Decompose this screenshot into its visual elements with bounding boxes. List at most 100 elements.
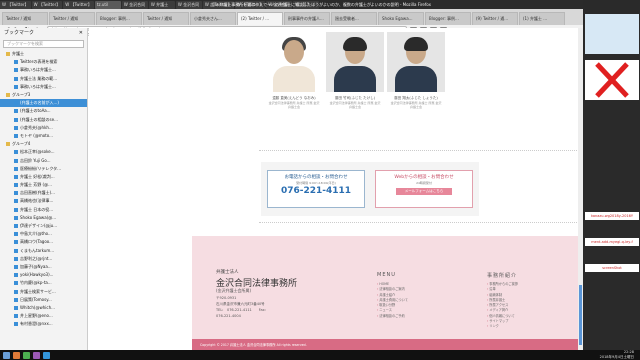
- bookmark-item[interactable]: 弁護士検索サービ...: [0, 287, 87, 295]
- mail-form-button[interactable]: メールフォームはこちら: [396, 188, 452, 195]
- web-contact-box[interactable]: Webからの相談・お問合わせ 24時間受付 メールフォームはこちら: [375, 170, 473, 208]
- browser-tab[interactable]: Blogger: 事例...: [96, 12, 142, 25]
- scrollbar-thumb[interactable]: [579, 285, 582, 345]
- browser-tab[interactable]: 小倉秀夫さん...: [190, 12, 236, 25]
- bookmark-item[interactable]: 加藤子(@Nyaa...: [0, 263, 87, 271]
- browser-tab[interactable]: (1) 弁護士 ...: [519, 12, 565, 25]
- footer-logo-small: 弁護士法人: [216, 270, 239, 275]
- bookmark-label: (弁護士の相談のse...: [20, 116, 58, 122]
- browser-tab[interactable]: 過去受験者...: [331, 12, 377, 25]
- bookmark-item[interactable]: 伊達デザイン(@ju...: [0, 222, 87, 230]
- browser-tab[interactable]: (9) Twitter / 通...: [472, 12, 518, 25]
- browser-tab[interactable]: Blogger: 事例...: [425, 12, 471, 25]
- app-icon[interactable]: [43, 351, 50, 359]
- firefox-icon[interactable]: [13, 351, 20, 359]
- twitter-icon: [14, 101, 18, 106]
- profile-card[interactable]: 藤田 竹司(ふじた たけし) 金沢合同法律事務所 弁護士 所属 金沢弁護士会: [326, 32, 384, 132]
- bookmark-item[interactable]: 中島大介(@tho...: [0, 230, 87, 238]
- desktop-file-label[interactable]: screenShot: [585, 264, 639, 272]
- browser-tab[interactable]: (2) Twitter / ...: [237, 12, 283, 25]
- bookmark-label: 吉田鈴 Yuji Go...: [20, 157, 51, 163]
- bookmark-item[interactable]: 高橋祐也(法律事...: [0, 197, 87, 205]
- bookmark-item[interactable]: 高橋ロウ(Tagoo...: [0, 238, 87, 246]
- desktop-note[interactable]: [585, 14, 639, 54]
- bookmark-item[interactable]: (弁護士のtoAa...: [0, 107, 87, 115]
- bookmark-item[interactable]: yoki(Hawkyo3)...: [0, 271, 87, 279]
- bookmark-item[interactable]: 吉田鈴 Yuji Go...: [0, 156, 87, 164]
- bookmark-item[interactable]: 事務いろは弁護士...: [0, 83, 87, 91]
- bookmark-item[interactable]: くまもんtarkum...: [0, 247, 87, 255]
- bookmark-item[interactable]: Shoko Egawa(@...: [0, 214, 87, 222]
- app-icon[interactable]: [33, 351, 40, 359]
- phone-number[interactable]: 076-221-4111: [268, 186, 364, 196]
- bookmark-item[interactable]: (弁護士の相談のse...: [0, 116, 87, 124]
- twitter-icon: [14, 256, 18, 261]
- contact-area: お電話からの相談・お問合わせ 受付時間 9:00～18:00(平日) 076-2…: [261, 162, 479, 216]
- bookmark-label: 弁護士検索サービ...: [20, 288, 56, 294]
- bookmark-item[interactable]: モトヤ (@moto...: [0, 132, 87, 140]
- taskbar-window-button[interactable]: W 金沢合同: [121, 0, 148, 9]
- bookmark-search-input[interactable]: ブックマークを検索: [3, 40, 84, 48]
- bookmark-item[interactable]: 松本正幸(@soke...: [0, 148, 87, 156]
- desktop-x-image[interactable]: [585, 60, 639, 100]
- bookmark-label: 高橋ロウ(Tagoo...: [20, 239, 53, 245]
- desktop-file-label[interactable]: kanazu-wg2018y-2016Y: [585, 212, 639, 220]
- bookmark-item[interactable]: 医療紛紛/リテレクタ...: [0, 165, 87, 173]
- browser-tab[interactable]: Shoko Egawa...: [378, 12, 424, 25]
- footer-link[interactable]: リンク: [487, 324, 518, 329]
- bookmark-item[interactable]: 吉野利之(@rjnt...: [0, 255, 87, 263]
- bookmark-item[interactable]: 弁護士 芳野 (@...: [0, 181, 87, 189]
- close-icon[interactable]: ✕: [79, 28, 83, 38]
- bookmark-folder[interactable]: グループ3: [0, 91, 87, 99]
- desktop-file-label[interactable]: ment-add-myegl-q-ley-f: [585, 238, 639, 246]
- bookmark-item[interactable]: 竹内慶(@kp-ta...: [0, 279, 87, 287]
- start-icon[interactable]: [3, 351, 10, 359]
- browser-tab[interactable]: Twitter / 通知: [143, 12, 189, 25]
- clock[interactable]: 22:28 2018年9月4日土曜日: [600, 350, 634, 360]
- taskbar-window-button[interactable]: W 【Twitter】: [0, 0, 31, 9]
- taskbar-window-button[interactable]: tz.util: [94, 0, 121, 9]
- twitter-icon: [14, 150, 18, 155]
- twitter-icon: [14, 60, 18, 65]
- page-content: 遠藤 直美(えんどう なおみ) 金沢合同法律事務所 弁護士 所属 金沢弁護士会 …: [89, 28, 583, 351]
- taskbar-window-button[interactable]: W 【Twitter】: [63, 0, 94, 9]
- taskbar-window-button[interactable]: W 弁護士: [148, 0, 175, 9]
- bookmark-label: (弁護士のtoAa...: [20, 108, 51, 114]
- browser-tab[interactable]: Twitter / 通知: [2, 12, 48, 25]
- taskbar-window-button[interactable]: W 【Twitter】: [31, 0, 63, 9]
- bookmark-folder[interactable]: グループ4: [0, 140, 87, 148]
- browser-tab[interactable]: 刑事事件の弁護人...: [284, 12, 330, 25]
- profile-desc: 金沢合同法律事務所 弁護士 所属 金沢弁護士会: [268, 101, 320, 109]
- bookmark-folder[interactable]: 弁護士: [0, 50, 87, 58]
- bookmark-item[interactable]: 弁護士 日本の役...: [0, 206, 87, 214]
- twitter-icon: [14, 183, 18, 188]
- window-title: 吉川 弁護士事務所を選ぶうえで一人の弁護士に相談したほうがよいのか、複数の弁護士…: [210, 2, 431, 7]
- bookmark-label: 事務いろは弁護士...: [20, 83, 56, 89]
- bookmark-item[interactable]: 日展策(Tomosy...: [0, 296, 87, 304]
- taskbar-window-button[interactable]: W 金沢合同: [175, 0, 202, 9]
- bookmark-label: 弁護士法 業務の範...: [20, 75, 58, 81]
- bookmark-item[interactable]: 小倉秀夫(@hkh...: [0, 124, 87, 132]
- bookmark-item[interactable]: Twitterの表現を検索: [0, 58, 87, 66]
- browser-tab[interactable]: Twitter / 通知: [49, 12, 95, 25]
- phone-contact-box[interactable]: お電話からの相談・お問合わせ 受付時間 9:00～18:00(平日) 076-2…: [267, 170, 365, 208]
- profile-desc: 金沢合同法律事務所 弁護士 所属 金沢弁護士会: [390, 101, 442, 109]
- divider: [259, 150, 581, 152]
- bookmark-item[interactable]: (弁護士の名前が入...): [0, 99, 87, 108]
- profile-card[interactable]: 遠藤 直美(えんどう なおみ) 金沢合同法律事務所 弁護士 所属 金沢弁護士会: [265, 32, 323, 132]
- footer-link[interactable]: 法律相談のご案内: [377, 287, 408, 292]
- bookmark-item[interactable]: 吉田直樹(弁護士)...: [0, 189, 87, 197]
- web-hours: 24時間受付: [416, 181, 432, 185]
- footer-tel: TEL: 076-221-4111 Fax:: [216, 308, 266, 312]
- twitter-icon: [14, 166, 18, 171]
- bookmark-item[interactable]: 弁護士法 業務の範...: [0, 75, 87, 83]
- profile-card[interactable]: 藤田 翔太(ふじた しょうた) 金沢合同法律事務所 弁護士 所属 金沢弁護士会: [387, 32, 445, 132]
- bookmark-item[interactable]: 弁護士 好松(裁判...: [0, 173, 87, 181]
- bookmark-item[interactable]: 事務いろは弁護士...: [0, 66, 87, 74]
- footer-link[interactable]: 法律相談のご予約: [377, 314, 408, 319]
- bookmark-label: 有村香澄(@nxx...: [20, 321, 53, 327]
- bookmark-item[interactable]: Whitch(@which...: [0, 304, 87, 312]
- bookmark-item[interactable]: 有村香澄(@nxx...: [0, 320, 87, 328]
- bookmark-item[interactable]: 井上星野(@eno...: [0, 312, 87, 320]
- app-icon[interactable]: [23, 351, 30, 359]
